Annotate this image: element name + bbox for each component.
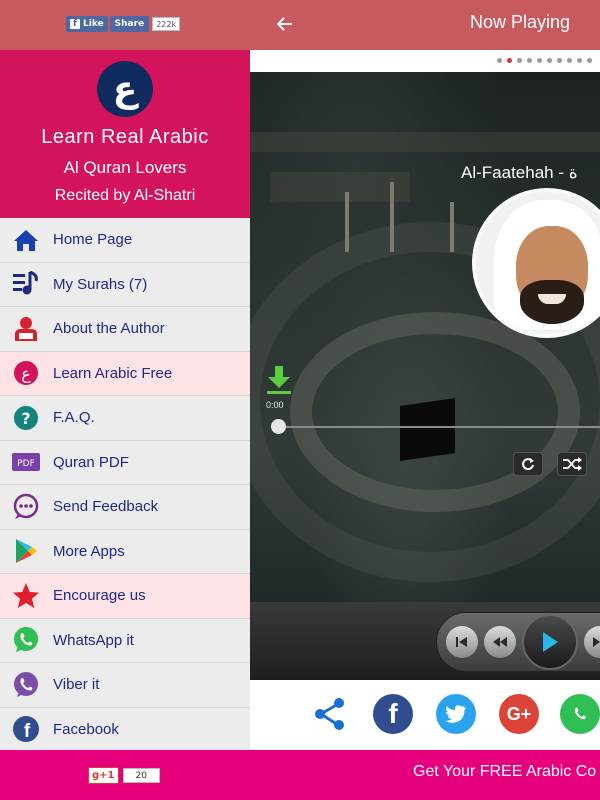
previous-button[interactable] <box>446 626 478 658</box>
reciter-credit: Recited by Al-Shatri <box>54 187 196 204</box>
download-icon[interactable] <box>266 366 292 396</box>
skip-previous-icon <box>456 637 467 647</box>
app-name: Learn Real Arabic <box>41 126 209 148</box>
play-store-icon <box>12 537 40 565</box>
author-icon <box>12 315 40 343</box>
drawer-header: ع Learn Real Arabic Al Quran Lovers Reci… <box>0 50 250 218</box>
pdf-icon: PDF <box>12 448 40 476</box>
app-subtitle: Al Quran Lovers <box>63 158 187 177</box>
google-plus-one-button[interactable]: g+1 <box>88 767 119 784</box>
playback-controls <box>250 602 600 680</box>
page-dot <box>557 58 562 63</box>
page-dot <box>587 58 592 63</box>
top-app-bar: f Like Share 222k Now Playing <box>0 0 600 50</box>
menu-item-label: F.A.Q. <box>53 409 95 427</box>
menu-item-label: Learn Arabic Free <box>53 364 173 382</box>
menu-item-encourage-us[interactable]: Encourage us <box>0 574 250 619</box>
facebook-like-button[interactable]: f Like <box>66 16 108 32</box>
page-title: Now Playing <box>469 12 570 32</box>
menu-item-whatsapp[interactable]: WhatsApp it <box>0 618 250 663</box>
whatsapp-share-icon[interactable] <box>560 694 600 734</box>
svg-text:?: ? <box>21 409 30 428</box>
play-icon <box>543 632 558 652</box>
menu-item-label: Send Feedback <box>53 498 159 516</box>
menu-item-label: Encourage us <box>53 587 146 605</box>
facebook-icon: f <box>12 715 40 743</box>
twitter-icon[interactable] <box>436 694 476 734</box>
menu-item-label: Quran PDF <box>53 453 129 471</box>
google-plus-one-widget[interactable]: g+1 20 <box>88 767 160 784</box>
menu-item-label: WhatsApp it <box>53 631 134 649</box>
menu-item-label: About the Author <box>53 320 165 338</box>
svg-text:f: f <box>24 721 31 742</box>
viber-icon <box>12 671 40 699</box>
play-button[interactable] <box>522 614 578 670</box>
app-logo-icon: ع <box>97 61 153 117</box>
feedback-icon <box>12 493 40 521</box>
page-dot <box>527 58 532 63</box>
menu-item-label: Facebook <box>53 720 119 738</box>
facebook-share-icon[interactable]: f <box>373 694 413 734</box>
seek-thumb[interactable] <box>271 419 286 434</box>
menu-item-my-surahs[interactable]: My Surahs (7) <box>0 262 250 307</box>
menu-item-about-author[interactable]: About the Author <box>0 307 250 352</box>
facebook-f-icon: f <box>70 19 80 29</box>
star-icon <box>12 582 40 610</box>
repeat-button[interactable] <box>513 452 543 476</box>
menu-item-facebook[interactable]: f Facebook <box>0 707 250 750</box>
google-plus-icon[interactable]: G+ <box>499 694 539 734</box>
menu-item-send-feedback[interactable]: Send Feedback <box>0 485 250 530</box>
share-icon[interactable] <box>310 694 350 734</box>
navigation-drawer: ع Learn Real Arabic Al Quran Lovers Reci… <box>0 50 250 750</box>
surah-title: Al-Faatehah - ة <box>461 163 578 182</box>
menu-item-faq[interactable]: ? F.A.Q. <box>0 396 250 441</box>
rewind-icon <box>493 637 507 647</box>
menu-item-label: My Surahs (7) <box>53 275 148 293</box>
share-bar: f G+ <box>250 680 600 750</box>
home-icon <box>12 226 40 254</box>
page-dot-active <box>507 58 512 63</box>
shuffle-icon <box>563 457 582 471</box>
arabic-logo-icon: ع <box>12 359 40 387</box>
menu-item-label: Home Page <box>53 231 133 249</box>
page-dot <box>577 58 582 63</box>
page-dot <box>567 58 572 63</box>
menu-item-viber[interactable]: Viber it <box>0 663 250 708</box>
drawer-menu: Home Page My Surahs (7) About the Author… <box>0 218 250 750</box>
question-icon: ? <box>12 404 40 432</box>
seek-bar[interactable] <box>272 426 600 428</box>
kaaba <box>400 398 455 461</box>
facebook-like-label: Like <box>83 19 104 29</box>
menu-item-label: Viber it <box>53 676 100 694</box>
now-playing-panel: Al-Faatehah - ة 0:00 <box>250 50 600 680</box>
page-dot <box>547 58 552 63</box>
svg-text:ع: ع <box>21 364 31 384</box>
facebook-like-widget[interactable]: f Like Share 222k <box>66 16 181 32</box>
page-dot <box>497 58 502 63</box>
page-dot <box>537 58 542 63</box>
page-dot <box>517 58 522 63</box>
promo-banner-text[interactable]: Get Your FREE Arabic Co <box>413 763 596 781</box>
repeat-icon <box>522 458 534 471</box>
fast-forward-icon <box>593 637 600 647</box>
facebook-like-count: 222k <box>152 17 181 31</box>
shuffle-button[interactable] <box>557 452 587 476</box>
menu-item-more-apps[interactable]: More Apps <box>0 529 250 574</box>
menu-item-learn-arabic[interactable]: ع Learn Arabic Free <box>0 351 250 396</box>
google-plus-one-count: 20 <box>122 768 160 783</box>
current-time: 0:00 <box>266 400 284 410</box>
menu-item-home[interactable]: Home Page <box>0 218 250 263</box>
menu-item-label: More Apps <box>53 542 125 560</box>
music-list-icon <box>12 270 40 298</box>
rewind-button[interactable] <box>484 626 516 658</box>
whatsapp-icon <box>12 626 40 654</box>
page-indicator <box>497 58 592 63</box>
svg-text:PDF: PDF <box>17 459 35 469</box>
menu-item-quran-pdf[interactable]: PDF Quran PDF <box>0 440 250 485</box>
back-arrow-icon[interactable] <box>274 12 296 36</box>
facebook-share-button[interactable]: Share <box>109 16 150 32</box>
